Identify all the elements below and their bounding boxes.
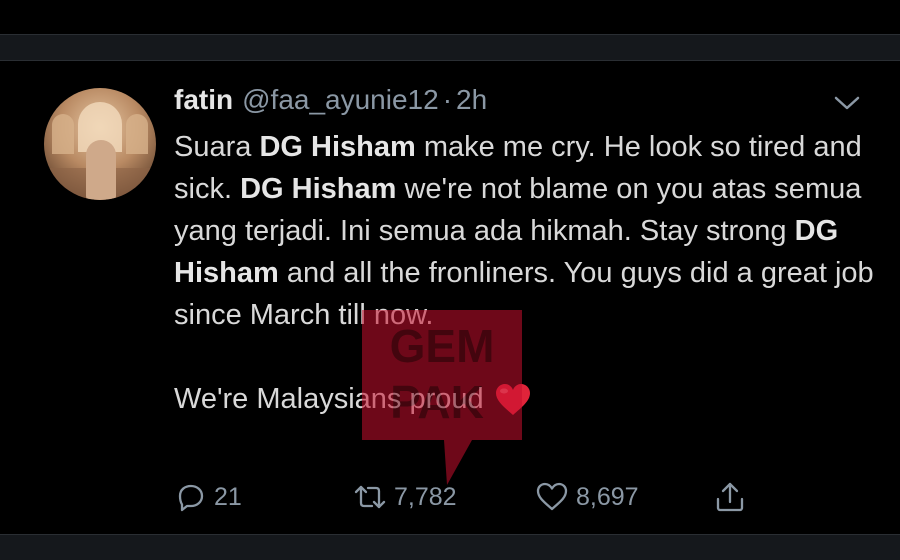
share-button[interactable] <box>712 472 754 522</box>
retweet-count: 7,782 <box>394 482 457 511</box>
like-count: 8,697 <box>576 482 639 511</box>
avatar[interactable] <box>44 88 156 200</box>
separator: · <box>442 84 453 115</box>
share-icon <box>716 482 744 512</box>
bold-mention: DG Hisham <box>240 173 397 205</box>
avatar-arch-left <box>52 114 74 154</box>
reply-icon <box>178 484 204 512</box>
bold-mention: DG Hisham <box>259 131 416 163</box>
timestamp[interactable]: 2h <box>456 84 487 116</box>
retweet-button[interactable]: 7,782 <box>352 472 457 522</box>
tweet-actions: 21 7,782 8,697 <box>172 472 772 522</box>
reply-count: 21 <box>214 482 242 511</box>
reply-button[interactable]: 21 <box>172 472 242 522</box>
avatar-arch-right <box>126 114 148 154</box>
bottom-divider <box>0 534 900 560</box>
heart-outline-icon <box>536 482 568 511</box>
avatar-figure <box>86 140 116 200</box>
watermark-line1: GEM <box>390 320 495 372</box>
tweet-header: fatin @faa_ayunie12 · 2h <box>174 84 487 120</box>
top-bar <box>0 0 900 34</box>
gempak-watermark-logo: GEM PAK <box>362 310 522 485</box>
retweet-icon <box>354 485 386 509</box>
like-button[interactable]: 8,697 <box>534 472 639 522</box>
top-divider <box>0 34 900 61</box>
author-handle[interactable]: @faa_ayunie12 <box>242 84 439 116</box>
author-name[interactable]: fatin <box>174 84 233 116</box>
chevron-down-icon[interactable] <box>830 90 864 116</box>
watermark-line2: PAK <box>390 376 484 428</box>
